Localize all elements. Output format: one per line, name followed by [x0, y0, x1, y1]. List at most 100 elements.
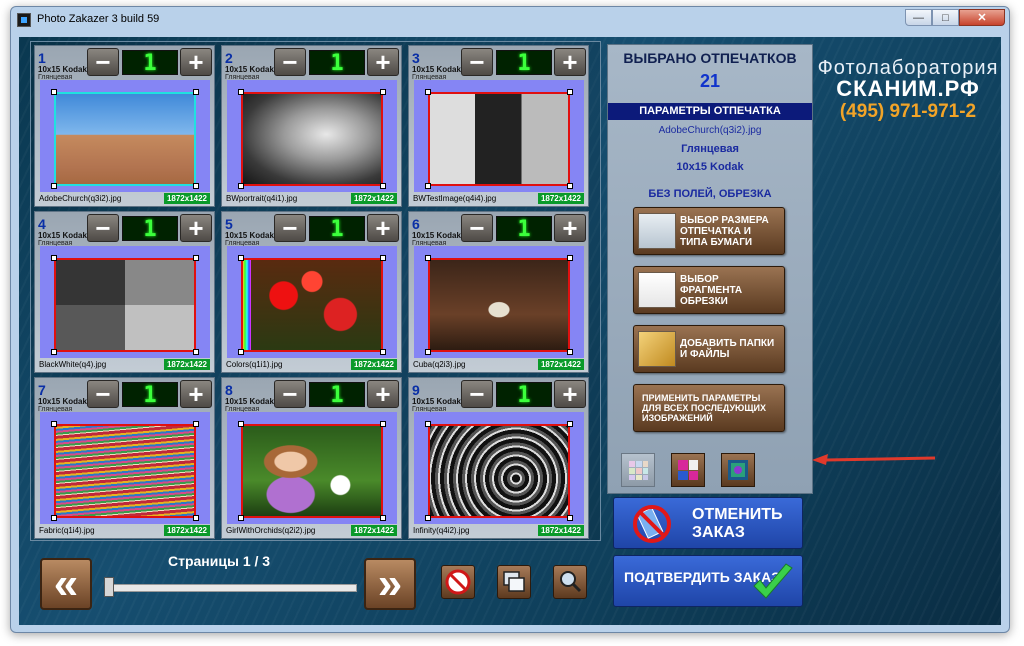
photo-tile[interactable]: 3 10x15 Kodak Глянцевая − 1 + BWTestImag… — [408, 45, 589, 207]
decrease-count-button[interactable]: − — [461, 214, 493, 242]
crop-frame[interactable] — [241, 258, 383, 352]
crop-handle[interactable] — [238, 515, 244, 521]
thumbnail-area[interactable] — [227, 246, 397, 358]
crop-frame[interactable] — [428, 258, 570, 352]
crop-handle[interactable] — [238, 183, 244, 189]
view-mode-3-button[interactable] — [721, 453, 755, 487]
crop-handle[interactable] — [193, 89, 199, 95]
increase-count-button[interactable]: + — [180, 48, 212, 76]
increase-count-button[interactable]: + — [180, 380, 212, 408]
crop-handle[interactable] — [193, 349, 199, 355]
thumbnail-area[interactable] — [414, 246, 584, 358]
increase-count-button[interactable]: + — [367, 380, 399, 408]
increase-count-button[interactable]: + — [554, 214, 586, 242]
crop-handle[interactable] — [567, 515, 573, 521]
copy-button[interactable] — [497, 565, 531, 599]
crop-handle[interactable] — [238, 255, 244, 261]
crop-handle[interactable] — [380, 515, 386, 521]
page-slider-thumb[interactable] — [104, 577, 114, 597]
crop-handle[interactable] — [193, 183, 199, 189]
crop-handle[interactable] — [380, 183, 386, 189]
page-slider-track[interactable] — [106, 584, 357, 592]
close-button[interactable]: ✕ — [959, 9, 1005, 26]
decrease-count-button[interactable]: − — [87, 380, 119, 408]
crop-handle[interactable] — [238, 421, 244, 427]
increase-count-button[interactable]: + — [367, 214, 399, 242]
select-size-button[interactable]: ВЫБОР РАЗМЕРА ОТПЕЧАТКА И ТИПА БУМАГИ — [633, 207, 785, 255]
crop-frame[interactable] — [54, 92, 196, 186]
crop-handle[interactable] — [425, 89, 431, 95]
decrease-count-button[interactable]: − — [274, 48, 306, 76]
decrease-count-button[interactable]: − — [461, 380, 493, 408]
crop-handle[interactable] — [567, 255, 573, 261]
view-mode-2-button[interactable] — [671, 453, 705, 487]
apply-params-button[interactable]: ПРИМЕНИТЬ ПАРАМЕТРЫ ДЛЯ ВСЕХ ПОСЛЕДУЮЩИХ… — [633, 384, 785, 432]
photo-tile[interactable]: 6 10x15 Kodak Глянцевая − 1 + Cuba(q2i3)… — [408, 211, 589, 373]
photo-tile[interactable]: 9 10x15 Kodak Глянцевая − 1 + Infinity(q… — [408, 377, 589, 539]
decrease-count-button[interactable]: − — [87, 214, 119, 242]
crop-handle[interactable] — [567, 349, 573, 355]
thumbnail-area[interactable] — [227, 80, 397, 192]
increase-count-button[interactable]: + — [554, 380, 586, 408]
crop-handle[interactable] — [193, 421, 199, 427]
crop-handle[interactable] — [238, 89, 244, 95]
thumbnail-area[interactable] — [40, 246, 210, 358]
thumbnail-area[interactable] — [414, 412, 584, 524]
crop-handle[interactable] — [425, 349, 431, 355]
maximize-button[interactable]: □ — [932, 9, 959, 26]
crop-handle[interactable] — [51, 255, 57, 261]
photo-tile[interactable]: 1 10x15 Kodak Глянцевая − 1 + AdobeChurc… — [34, 45, 215, 207]
crop-handle[interactable] — [567, 89, 573, 95]
increase-count-button[interactable]: + — [180, 214, 212, 242]
photo-tile[interactable]: 2 10x15 Kodak Глянцевая − 1 + BWportrait… — [221, 45, 402, 207]
add-files-button[interactable]: ДОБАВИТЬ ПАПКИ И ФАЙЛЫ — [633, 325, 785, 373]
next-page-button[interactable]: » — [364, 558, 416, 610]
crop-handle[interactable] — [380, 255, 386, 261]
thumbnail-area[interactable] — [227, 412, 397, 524]
prev-page-button[interactable]: « — [40, 558, 92, 610]
thumbnail-area[interactable] — [414, 80, 584, 192]
crop-handle[interactable] — [425, 421, 431, 427]
view-mode-1-button[interactable] — [621, 453, 655, 487]
crop-handle[interactable] — [193, 515, 199, 521]
thumbnail-area[interactable] — [40, 412, 210, 524]
crop-handle[interactable] — [193, 255, 199, 261]
zoom-button[interactable] — [553, 565, 587, 599]
title-bar[interactable]: Photo Zakazer 3 build 59 — □ ✕ — [11, 7, 1009, 29]
crop-frame[interactable] — [54, 424, 196, 518]
crop-handle[interactable] — [51, 421, 57, 427]
crop-handle[interactable] — [51, 515, 57, 521]
crop-frame[interactable] — [428, 92, 570, 186]
crop-handle[interactable] — [380, 349, 386, 355]
cancel-order-button[interactable]: ОТМЕНИТЬ ЗАКАЗ — [613, 497, 803, 549]
crop-handle[interactable] — [567, 421, 573, 427]
crop-handle[interactable] — [425, 255, 431, 261]
crop-handle[interactable] — [380, 421, 386, 427]
decrease-count-button[interactable]: − — [274, 380, 306, 408]
minimize-button[interactable]: — — [905, 9, 932, 26]
photo-tile[interactable]: 7 10x15 Kodak Глянцевая − 1 + Fabric(q1i… — [34, 377, 215, 539]
crop-handle[interactable] — [51, 183, 57, 189]
crop-handle[interactable] — [51, 349, 57, 355]
photo-tile[interactable]: 5 10x15 Kodak Глянцевая − 1 + Colors(q1i… — [221, 211, 402, 373]
crop-frame[interactable] — [54, 258, 196, 352]
crop-handle[interactable] — [238, 349, 244, 355]
crop-frame[interactable] — [428, 424, 570, 518]
crop-handle[interactable] — [425, 515, 431, 521]
photo-tile[interactable]: 8 10x15 Kodak Глянцевая − 1 + GirlWithOr… — [221, 377, 402, 539]
crop-handle[interactable] — [380, 89, 386, 95]
select-crop-button[interactable]: ВЫБОР ФРАГМЕНТА ОБРЕЗКИ — [633, 266, 785, 314]
decrease-count-button[interactable]: − — [461, 48, 493, 76]
photo-tile[interactable]: 4 10x15 Kodak Глянцевая − 1 + BlackWhite… — [34, 211, 215, 373]
confirm-order-button[interactable]: ПОДТВЕРДИТЬ ЗАКАЗ — [613, 555, 803, 607]
crop-handle[interactable] — [51, 89, 57, 95]
crop-frame[interactable] — [241, 92, 383, 186]
crop-handle[interactable] — [567, 183, 573, 189]
increase-count-button[interactable]: + — [554, 48, 586, 76]
decrease-count-button[interactable]: − — [87, 48, 119, 76]
decrease-count-button[interactable]: − — [274, 214, 306, 242]
crop-handle[interactable] — [425, 183, 431, 189]
increase-count-button[interactable]: + — [367, 48, 399, 76]
thumbnail-area[interactable] — [40, 80, 210, 192]
crop-frame[interactable] — [241, 424, 383, 518]
